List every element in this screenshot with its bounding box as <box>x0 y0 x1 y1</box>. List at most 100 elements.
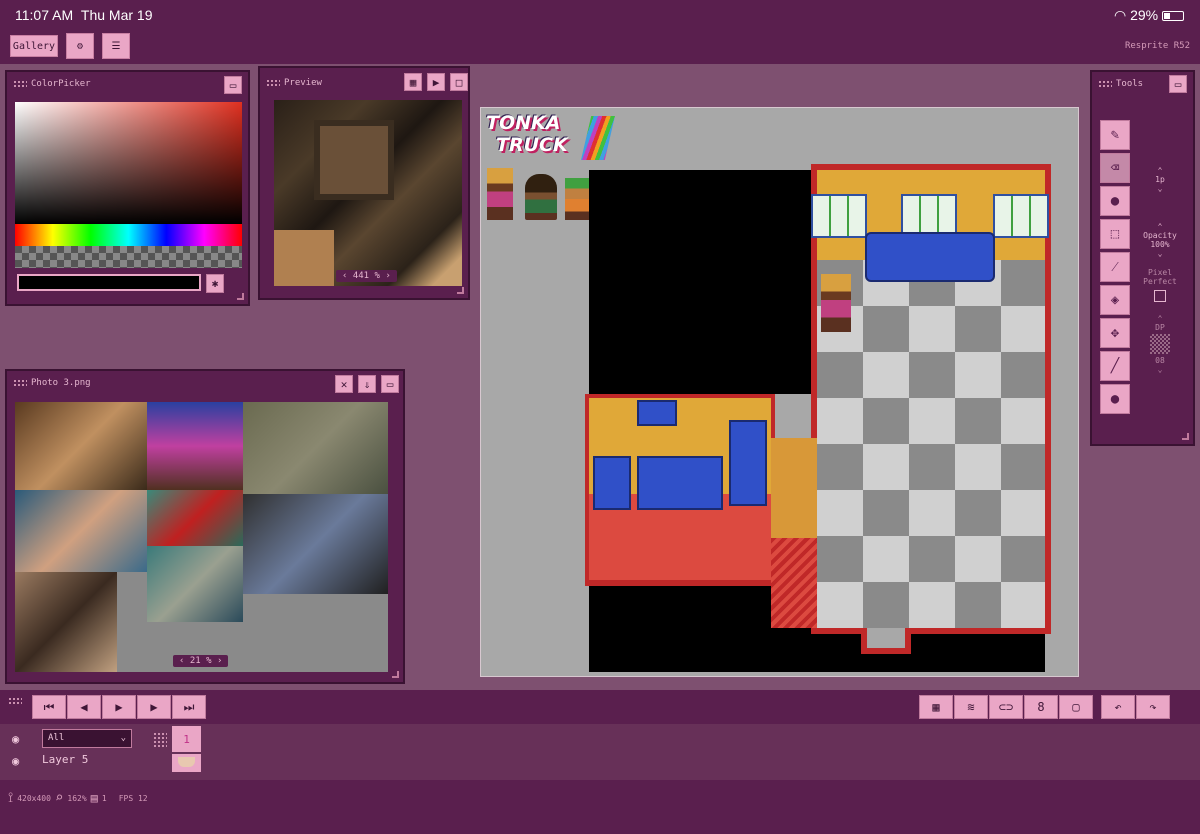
undo-icon: ↶ <box>1114 700 1122 714</box>
move-icon: ✥ <box>1110 325 1120 341</box>
move-tool-button[interactable]: ✥ <box>1100 318 1130 348</box>
saturation-value-field[interactable] <box>15 102 242 224</box>
menu-icon: ▭ <box>229 78 237 92</box>
dither-label: DP <box>1155 323 1165 332</box>
alpha-slider[interactable] <box>15 246 242 268</box>
grid-icon: ▦ <box>409 75 417 89</box>
drag-handle-icon[interactable] <box>8 697 22 706</box>
preview-image-detail <box>274 230 334 286</box>
drag-handle-icon[interactable] <box>266 78 280 88</box>
layers-icon: ≋ <box>967 700 975 714</box>
panel-menu-button[interactable]: ▭ <box>381 375 399 393</box>
window <box>811 194 867 238</box>
play-button[interactable]: ▶ <box>102 695 136 719</box>
eyedropper-tool-button[interactable]: ⁄ <box>1100 252 1130 282</box>
import-button[interactable]: ⇓ <box>358 375 376 393</box>
photo-tile <box>15 402 147 490</box>
app-toolbar: Gallery ⚙ ☰ Resprite R52 <box>0 30 1200 64</box>
pixel-perfect-checkbox[interactable] <box>1154 290 1166 302</box>
drag-handle-icon[interactable] <box>13 79 27 89</box>
pencil-tool-button[interactable]: ✎ <box>1100 120 1130 150</box>
redo-button[interactable]: ↷ <box>1136 695 1170 719</box>
close-panel-button[interactable]: ✕ <box>335 375 353 393</box>
drag-handle-icon[interactable] <box>13 378 27 388</box>
stairs-steps <box>771 538 817 628</box>
hue-slider[interactable] <box>15 224 242 246</box>
onion-grid-button[interactable]: ▦ <box>919 695 953 719</box>
frame-cel[interactable] <box>172 754 201 772</box>
resize-handle-icon[interactable] <box>457 287 464 294</box>
brush-size-stepper[interactable]: ⌃ 1p ⌄ <box>1140 166 1180 193</box>
resize-handle-icon[interactable] <box>237 293 244 300</box>
prev-frame-button[interactable]: ◀ <box>67 695 101 719</box>
logo-line-2: TRUCK <box>496 134 568 156</box>
photo-tile <box>147 490 243 546</box>
gallery-button[interactable]: Gallery <box>10 35 58 57</box>
colorpicker-panel: ColorPicker ▭ ✱ <box>5 70 250 306</box>
canvas-size: 420x400 <box>17 793 51 803</box>
drag-handle-icon[interactable] <box>153 732 167 748</box>
wifi-icon: ◠ <box>1113 7 1127 23</box>
resize-handle-icon[interactable] <box>1182 433 1189 440</box>
undo-button[interactable]: ↶ <box>1101 695 1135 719</box>
film-icon: ▤ <box>90 791 98 805</box>
play-icon: ▶ <box>115 700 123 714</box>
layers-button[interactable]: ≋ <box>954 695 988 719</box>
eraser-tool-button[interactable]: ⌫ <box>1100 153 1130 183</box>
dither-value-display: 08 ⌄ <box>1155 356 1165 374</box>
redo-icon: ↷ <box>1149 700 1157 714</box>
settings-button[interactable]: ⚙ <box>66 33 94 59</box>
drag-handle-icon[interactable] <box>1098 79 1112 89</box>
first-frame-button[interactable]: ⏮ <box>32 695 66 719</box>
current-color-swatch[interactable] <box>17 274 201 291</box>
loop-button[interactable]: ⊂⊃ <box>989 695 1023 719</box>
frame-view-button[interactable]: ▢ <box>1059 695 1093 719</box>
last-frame-button[interactable]: ⏭ <box>172 695 206 719</box>
adjustments-button[interactable]: ☰ <box>102 33 130 59</box>
eye-icon[interactable]: ◉ <box>12 754 19 768</box>
photo-tile <box>15 572 117 672</box>
selection-tool-button[interactable]: ⬚ <box>1100 219 1130 249</box>
preview-play-button[interactable]: ▶ <box>427 73 445 91</box>
layer-name[interactable]: Layer 5 <box>42 753 88 766</box>
pingpong-button[interactable]: 8 <box>1024 695 1058 719</box>
resize-handle-icon[interactable] <box>392 671 399 678</box>
chevron-down-icon: ⌄ <box>120 733 126 743</box>
opacity-value: 100% <box>1150 240 1170 249</box>
loop-icon: ⊂⊃ <box>998 700 1014 714</box>
room-doorway-floor <box>867 628 905 648</box>
eyedropper-button[interactable]: ✱ <box>206 274 224 293</box>
eye-icon[interactable]: ◉ <box>12 732 19 746</box>
frame-number[interactable]: 1 <box>172 726 201 752</box>
panel-menu-button[interactable]: ▭ <box>224 76 242 94</box>
drawing-canvas[interactable]: TONKA TRUCK <box>480 107 1079 677</box>
opacity-stepper[interactable]: ⌃ Opacity 100% ⌄ <box>1140 222 1180 258</box>
close-icon: ✕ <box>340 377 348 391</box>
preview-image <box>274 100 462 286</box>
fill-tool-button[interactable]: ◈ <box>1100 285 1130 315</box>
layer-filter-value: All <box>48 733 65 743</box>
step-forward-icon: ▶ <box>150 700 158 714</box>
panel-menu-button[interactable]: ▭ <box>1169 75 1187 93</box>
eraser-icon: ⌫ <box>1110 160 1120 176</box>
dither-stepper[interactable]: ⌃ DP <box>1140 314 1180 332</box>
photo-tile <box>147 546 243 622</box>
sliders-icon: ☰ <box>111 40 121 52</box>
photo-zoom-control[interactable]: ‹ 21 % › <box>173 655 229 667</box>
preview-image-detail <box>314 120 394 200</box>
preview-grid-button[interactable]: ▦ <box>404 73 422 91</box>
status-footer: ⟟ 420x400 ⌕ 162% ▤ 1 FPS 12 <box>8 790 148 806</box>
preview-fit-button[interactable]: □ <box>450 73 468 91</box>
character-sprite <box>487 168 513 220</box>
opacity-label: Opacity <box>1143 231 1177 240</box>
shape-tool-button[interactable]: ● <box>1100 186 1130 216</box>
character-sprite <box>565 178 591 220</box>
step-back-icon: ◀ <box>80 700 88 714</box>
preview-zoom-control[interactable]: ‹ 441 % › <box>336 270 397 282</box>
layer-filter-select[interactable]: All ⌄ <box>42 729 132 748</box>
fridge <box>729 420 767 506</box>
next-frame-button[interactable]: ▶ <box>137 695 171 719</box>
smudge-tool-button[interactable]: ● <box>1100 384 1130 414</box>
line-tool-button[interactable]: ╱ <box>1100 351 1130 381</box>
square-icon: □ <box>455 75 463 89</box>
